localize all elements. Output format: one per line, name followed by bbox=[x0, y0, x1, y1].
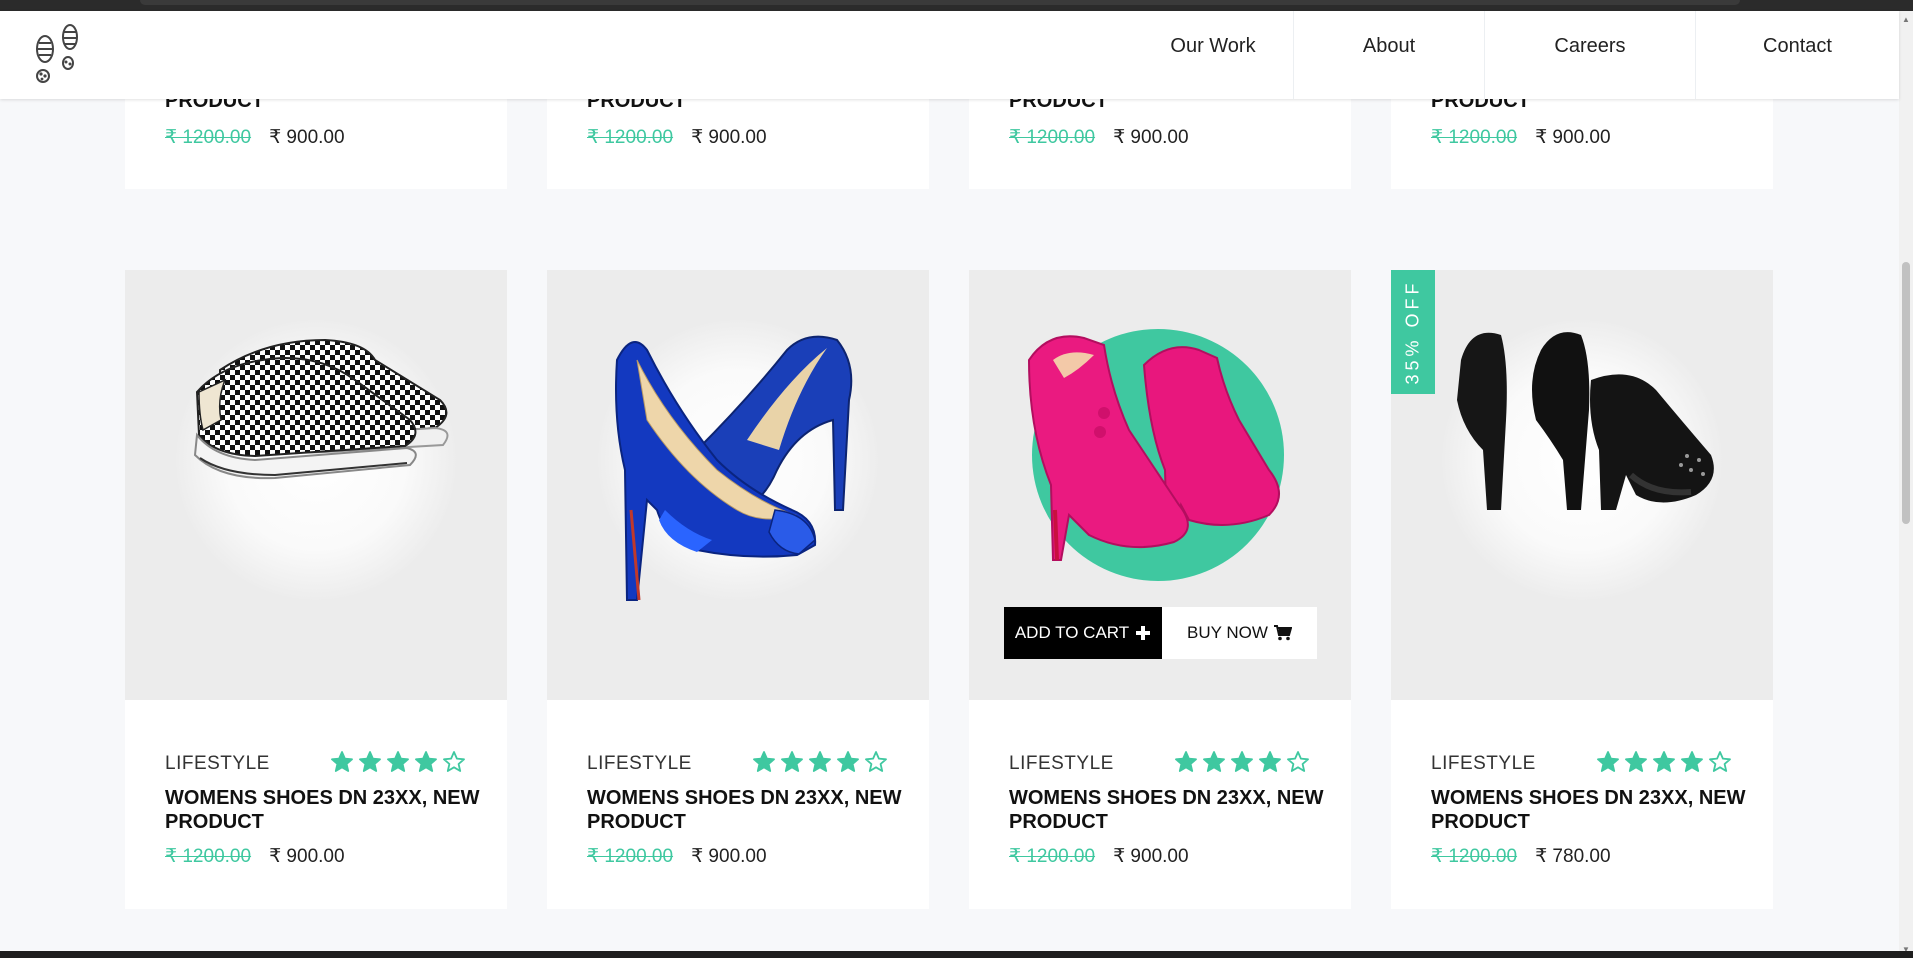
star-filled-icon bbox=[359, 751, 381, 772]
product-card[interactable]: ADD TO CART BUY NOW LIFESTYLE WOMENS SHO… bbox=[969, 270, 1351, 909]
star-filled-icon bbox=[331, 751, 353, 772]
rating-stars bbox=[1596, 750, 1732, 774]
product-card[interactable]: LIFESTYLE WOMENS SHOES DN 23XX, NEW PROD… bbox=[547, 270, 929, 909]
add-to-cart-label: ADD TO CART bbox=[1014, 623, 1130, 642]
browser-top-strip bbox=[0, 0, 1913, 11]
main-nav: Our Work About Careers Contact bbox=[1133, 11, 1899, 99]
product-image[interactable] bbox=[125, 270, 507, 700]
product-card[interactable]: 35% OFF LIFESTYLE WOMENS SHOES DN 23XX, … bbox=[1391, 270, 1773, 909]
product-card[interactable]: PRODUCT ₹ 1200.00 ₹ 900.00 bbox=[547, 88, 929, 189]
product-category: LIFESTYLE bbox=[1431, 753, 1536, 774]
product-image[interactable] bbox=[547, 270, 929, 700]
star-filled-icon bbox=[1681, 751, 1703, 772]
old-price: ₹ 1200.00 bbox=[1009, 127, 1096, 148]
product-card[interactable]: PRODUCT ₹ 1200.00 ₹ 900.00 bbox=[969, 88, 1351, 189]
discount-badge: 35% OFF bbox=[1391, 270, 1435, 394]
new-price: ₹ 900.00 bbox=[269, 127, 345, 148]
star-filled-icon bbox=[1231, 751, 1253, 772]
product-card[interactable]: PRODUCT ₹ 1200.00 ₹ 900.00 bbox=[125, 88, 507, 189]
old-price: ₹ 1200.00 bbox=[165, 846, 252, 867]
price-row: ₹ 1200.00 ₹ 900.00 bbox=[1009, 126, 1189, 149]
star-filled-icon bbox=[1259, 751, 1281, 772]
product-category: LIFESTYLE bbox=[165, 753, 270, 774]
product-title[interactable]: WOMENS SHOES DN 23XX, NEW PRODUCT bbox=[1009, 786, 1329, 834]
rating-stars bbox=[752, 750, 888, 774]
product-title[interactable]: WOMENS SHOES DN 23XX, NEW PRODUCT bbox=[587, 786, 907, 834]
price-row: ₹ 1200.00 ₹ 900.00 bbox=[1431, 126, 1611, 149]
new-price: ₹ 780.00 bbox=[1535, 846, 1611, 867]
old-price: ₹ 1200.00 bbox=[1009, 846, 1096, 867]
scrollbar-thumb[interactable] bbox=[1902, 262, 1910, 524]
product-category: LIFESTYLE bbox=[1009, 753, 1114, 774]
nav-contact[interactable]: Contact bbox=[1695, 11, 1899, 99]
new-price: ₹ 900.00 bbox=[691, 846, 767, 867]
product-image[interactable]: 35% OFF bbox=[1391, 270, 1773, 700]
price-row: ₹ 1200.00 ₹ 900.00 bbox=[587, 126, 767, 149]
add-to-cart-button[interactable]: ADD TO CART bbox=[1004, 607, 1162, 659]
price-row: ₹ 1200.00 ₹ 900.00 bbox=[587, 845, 767, 868]
star-outline-icon bbox=[1709, 751, 1731, 772]
product-title[interactable]: WOMENS SHOES DN 23XX, NEW PRODUCT bbox=[165, 786, 485, 834]
checkered-slip-on-sneaker-icon bbox=[193, 338, 449, 480]
price-row: ₹ 1200.00 ₹ 780.00 bbox=[1431, 845, 1611, 868]
star-outline-icon bbox=[443, 751, 465, 772]
nav-our-work[interactable]: Our Work bbox=[1133, 11, 1293, 99]
new-price: ₹ 900.00 bbox=[1113, 127, 1189, 148]
star-filled-icon bbox=[1653, 751, 1675, 772]
shopping-cart-icon bbox=[1273, 625, 1292, 641]
old-price: ₹ 1200.00 bbox=[165, 127, 252, 148]
star-filled-icon bbox=[387, 751, 409, 772]
product-image[interactable]: ADD TO CART BUY NOW bbox=[969, 270, 1351, 700]
new-price: ₹ 900.00 bbox=[691, 127, 767, 148]
star-outline-icon bbox=[1287, 751, 1309, 772]
star-filled-icon bbox=[809, 751, 831, 772]
taskbar-strip bbox=[0, 951, 1913, 958]
star-filled-icon bbox=[1625, 751, 1647, 772]
price-row: ₹ 1200.00 ₹ 900.00 bbox=[165, 126, 345, 149]
star-filled-icon bbox=[781, 751, 803, 772]
buy-now-label: BUY NOW bbox=[1187, 623, 1268, 642]
star-filled-icon bbox=[1203, 751, 1225, 772]
product-category: LIFESTYLE bbox=[587, 753, 692, 774]
hover-actions: ADD TO CART BUY NOW bbox=[1004, 607, 1317, 659]
rating-stars bbox=[1174, 750, 1310, 774]
star-filled-icon bbox=[415, 751, 437, 772]
new-price: ₹ 900.00 bbox=[1113, 846, 1189, 867]
footprints-logo-icon[interactable] bbox=[30, 23, 88, 89]
price-row: ₹ 1200.00 ₹ 900.00 bbox=[1009, 845, 1189, 868]
product-title[interactable]: WOMENS SHOES DN 23XX, NEW PRODUCT bbox=[1431, 786, 1751, 834]
star-filled-icon bbox=[1597, 751, 1619, 772]
buy-now-button[interactable]: BUY NOW bbox=[1162, 607, 1317, 659]
plus-icon bbox=[1136, 626, 1151, 640]
product-card[interactable]: PRODUCT ₹ 1200.00 ₹ 900.00 bbox=[1391, 88, 1773, 189]
star-filled-icon bbox=[1175, 751, 1197, 772]
nav-about[interactable]: About bbox=[1293, 11, 1484, 99]
star-outline-icon bbox=[865, 751, 887, 772]
black-platform-heels-icon bbox=[1457, 332, 1714, 510]
old-price: ₹ 1200.00 bbox=[587, 127, 674, 148]
nav-careers[interactable]: Careers bbox=[1484, 11, 1695, 99]
new-price: ₹ 900.00 bbox=[269, 846, 345, 867]
rating-stars bbox=[330, 750, 466, 774]
old-price: ₹ 1200.00 bbox=[587, 846, 674, 867]
old-price: ₹ 1200.00 bbox=[1431, 127, 1518, 148]
discount-badge-text: 35% OFF bbox=[1402, 279, 1423, 385]
scroll-up-arrow-icon[interactable]: ▲ bbox=[1902, 15, 1910, 24]
site-header: Our Work About Careers Contact bbox=[0, 11, 1899, 99]
price-row: ₹ 1200.00 ₹ 900.00 bbox=[165, 845, 345, 868]
blue-high-heel-pumps-icon bbox=[615, 335, 853, 601]
star-filled-icon bbox=[753, 751, 775, 772]
new-price: ₹ 900.00 bbox=[1535, 127, 1611, 148]
page-scrollbar[interactable]: ▲ ▼ bbox=[1899, 11, 1913, 958]
product-card[interactable]: LIFESTYLE WOMENS SHOES DN 23XX, NEW PROD… bbox=[125, 270, 507, 909]
old-price: ₹ 1200.00 bbox=[1431, 846, 1518, 867]
star-filled-icon bbox=[837, 751, 859, 772]
